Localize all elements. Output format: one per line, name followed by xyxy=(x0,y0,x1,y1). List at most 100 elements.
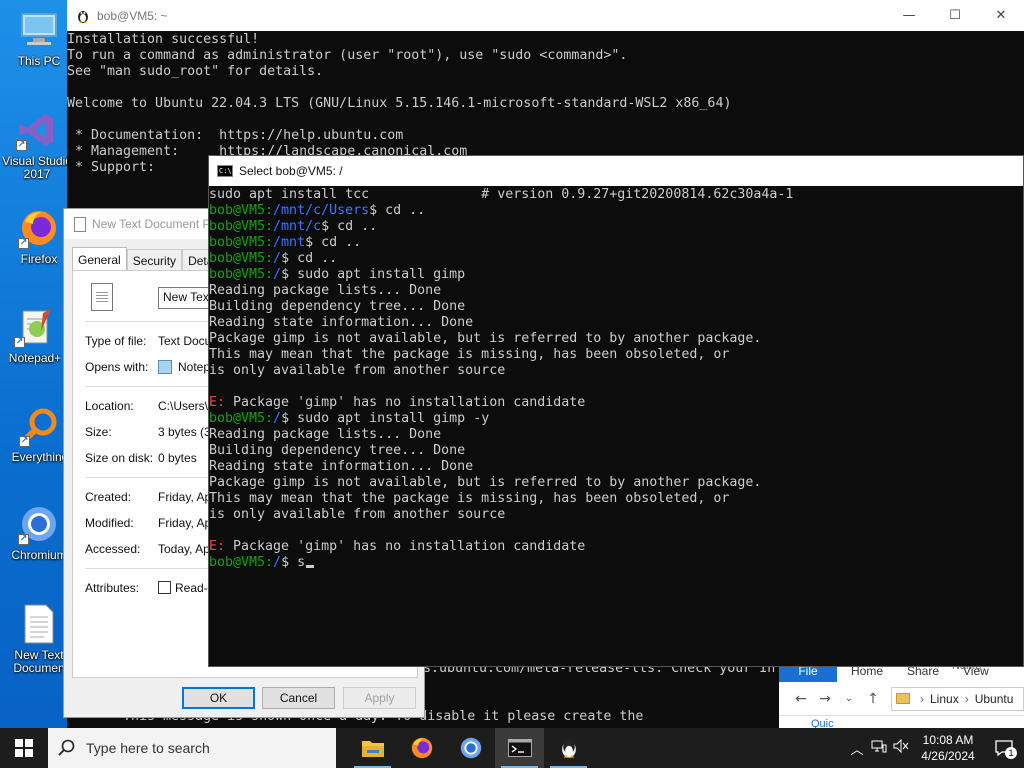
taskbar-firefox[interactable] xyxy=(397,728,446,768)
tux-icon xyxy=(561,739,576,758)
shortcut-arrow-icon: ↗ xyxy=(14,337,25,348)
dialog-tabs: General Security Details xyxy=(72,247,231,271)
location-label: Location: xyxy=(85,399,134,413)
terminal-prompt-line: bob@VM5:/$ sudo apt install gimp xyxy=(209,267,466,282)
visual-studio-icon: ↗ xyxy=(15,108,59,152)
terminal-output-line: Package gimp is not available, but is re… xyxy=(209,475,762,490)
desktop-icon-label: Visual Studio 2017 xyxy=(2,155,72,181)
taskbar-ubuntu[interactable] xyxy=(544,728,593,768)
console-icon: C:\ xyxy=(217,165,233,177)
terminal-output-line: This may mean that the package is missin… xyxy=(209,347,730,362)
terminal-output-line: sudo apt install tcc # version 0.9.27+gi… xyxy=(209,187,794,202)
terminal-output-line: This may mean that the package is missin… xyxy=(209,491,730,506)
notification-count-badge: 1 xyxy=(1005,747,1017,759)
file-explorer-window[interactable]: File Home Share View ← → ⌄ ↑ › Linux › U… xyxy=(779,660,1024,730)
desktop-icon-visual-studio[interactable]: ↗ Visual Studio 2017 xyxy=(1,108,73,181)
opens-with-label: Opens with: xyxy=(85,360,149,374)
start-button[interactable] xyxy=(0,728,48,768)
computer-icon xyxy=(17,8,61,52)
action-center-button[interactable]: 1 xyxy=(984,728,1024,768)
terminal-output-line: Building dependency tree... Done xyxy=(209,443,466,458)
firefox-icon xyxy=(411,737,432,759)
forward-arrow-icon[interactable]: → xyxy=(813,691,837,707)
network-icon[interactable] xyxy=(868,739,890,757)
cancel-button[interactable]: Cancel xyxy=(262,687,335,709)
taskbar-chromium[interactable] xyxy=(446,728,495,768)
dialog-title: New Text Document P xyxy=(92,217,211,231)
modified-label: Modified: xyxy=(85,516,134,530)
opens-with-value: Notep xyxy=(158,360,210,374)
search-icon xyxy=(58,739,75,756)
tux-icon xyxy=(78,10,88,23)
terminal-prompt-line: bob@VM5:/$ s xyxy=(209,555,1023,571)
desktop-icon-notepad-plus-plus[interactable]: ↗ Notepad+ xyxy=(0,305,71,365)
recent-locations-chevron-icon[interactable]: ⌄ xyxy=(837,693,861,704)
terminal-prompt-line: bob@VM5:/$ sudo apt install gimp -y xyxy=(209,411,490,426)
window-titlebar[interactable]: bob@VM5: ~ — ☐ ✕ xyxy=(67,0,1024,31)
terminal-prompt-line: bob@VM5:/$ cd .. xyxy=(209,251,338,266)
breadcrumb-ubuntu[interactable]: Ubuntu xyxy=(975,692,1014,706)
volume-muted-icon[interactable] xyxy=(890,738,912,757)
terminal-output-line: Reading state information... Done xyxy=(209,459,474,474)
desktop-icon-label: This PC xyxy=(17,55,61,68)
console-icon xyxy=(507,739,532,757)
windows-logo-icon xyxy=(15,739,33,757)
size-label: Size: xyxy=(85,425,112,439)
text-document-icon xyxy=(17,602,61,646)
taskbar-file-explorer[interactable] xyxy=(348,728,397,768)
clock[interactable]: 10:08 AM 4/26/2024 xyxy=(912,732,984,764)
address-bar[interactable]: › Linux › Ubuntu xyxy=(891,686,1024,711)
terminal-prompt-line: bob@VM5:/mnt$ cd .. xyxy=(209,235,362,250)
window-title: Select bob@VM5: / xyxy=(239,164,343,178)
window-title: bob@VM5: ~ xyxy=(97,8,168,23)
terminal-output-line: Package gimp is not available, but is re… xyxy=(209,331,762,346)
terminal-output-line: See "man sudo_root" for details. xyxy=(67,64,324,79)
minimize-button[interactable]: — xyxy=(886,0,932,31)
taskbar-terminal[interactable] xyxy=(495,728,544,768)
terminal-error-line: E: Package 'gimp' has no installation ca… xyxy=(209,395,586,410)
chevron-up-icon[interactable]: ︿ xyxy=(846,739,868,758)
shortcut-arrow-icon: ↗ xyxy=(19,436,30,447)
size-on-disk-label: Size on disk: xyxy=(85,451,154,465)
attributes-label: Attributes: xyxy=(85,581,140,595)
desktop-icon-this-pc[interactable]: This PC xyxy=(3,8,75,68)
shortcut-arrow-icon: ↗ xyxy=(18,238,29,249)
up-arrow-icon[interactable]: ↑ xyxy=(861,691,885,707)
accessed-label: Accessed: xyxy=(85,542,141,556)
desktop-icon-label: Notepad+ xyxy=(8,352,62,365)
taskbar-search-box[interactable]: Type here to search xyxy=(48,728,336,768)
window-titlebar[interactable]: C:\ Select bob@VM5: / xyxy=(209,156,1023,186)
system-tray: ︿ 10:08 AM 4/26/2024 1 xyxy=(846,728,1024,768)
tab-security[interactable]: Security xyxy=(126,249,183,271)
close-button[interactable]: ✕ xyxy=(978,0,1024,31)
everything-search-icon: ↗ xyxy=(18,404,62,448)
maximize-button[interactable]: ☐ xyxy=(932,0,978,31)
terminal-output-line: Installation successful! xyxy=(67,32,260,47)
created-label: Created: xyxy=(85,490,132,504)
clock-time: 10:08 AM xyxy=(922,733,974,747)
ok-button[interactable]: OK xyxy=(182,687,255,709)
back-arrow-icon[interactable]: ← xyxy=(789,691,813,707)
text-cursor xyxy=(306,565,315,568)
folder-icon xyxy=(896,693,910,704)
taskbar: Type here to search ︿ 10:08 AM 4/26/2024… xyxy=(0,728,1024,768)
tab-general[interactable]: General xyxy=(72,247,127,271)
terminal-window-root[interactable]: C:\ Select bob@VM5: / sudo apt install t… xyxy=(208,155,1024,667)
terminal-output[interactable]: sudo apt install tcc # version 0.9.27+gi… xyxy=(209,186,1023,666)
accessed-value: Today, Apr xyxy=(158,542,214,556)
breadcrumb-linux[interactable]: Linux xyxy=(930,692,959,706)
explorer-navbar: ← → ⌄ ↑ › Linux › Ubuntu xyxy=(779,682,1024,716)
checkbox-box[interactable] xyxy=(158,581,171,594)
clock-date: 4/26/2024 xyxy=(921,749,975,763)
terminal-output-line: To run a command as administrator (user … xyxy=(67,48,628,63)
type-label: Type of file: xyxy=(85,334,147,348)
terminal-output-line: is only available from another source xyxy=(209,363,506,378)
readonly-checkbox[interactable]: Read-o xyxy=(158,581,214,595)
terminal-output-line: Reading state information... Done xyxy=(209,315,474,330)
desktop-icon-label: New Text Documen xyxy=(13,649,65,675)
apply-button[interactable]: Apply xyxy=(343,687,416,709)
notepad-icon xyxy=(158,360,172,374)
